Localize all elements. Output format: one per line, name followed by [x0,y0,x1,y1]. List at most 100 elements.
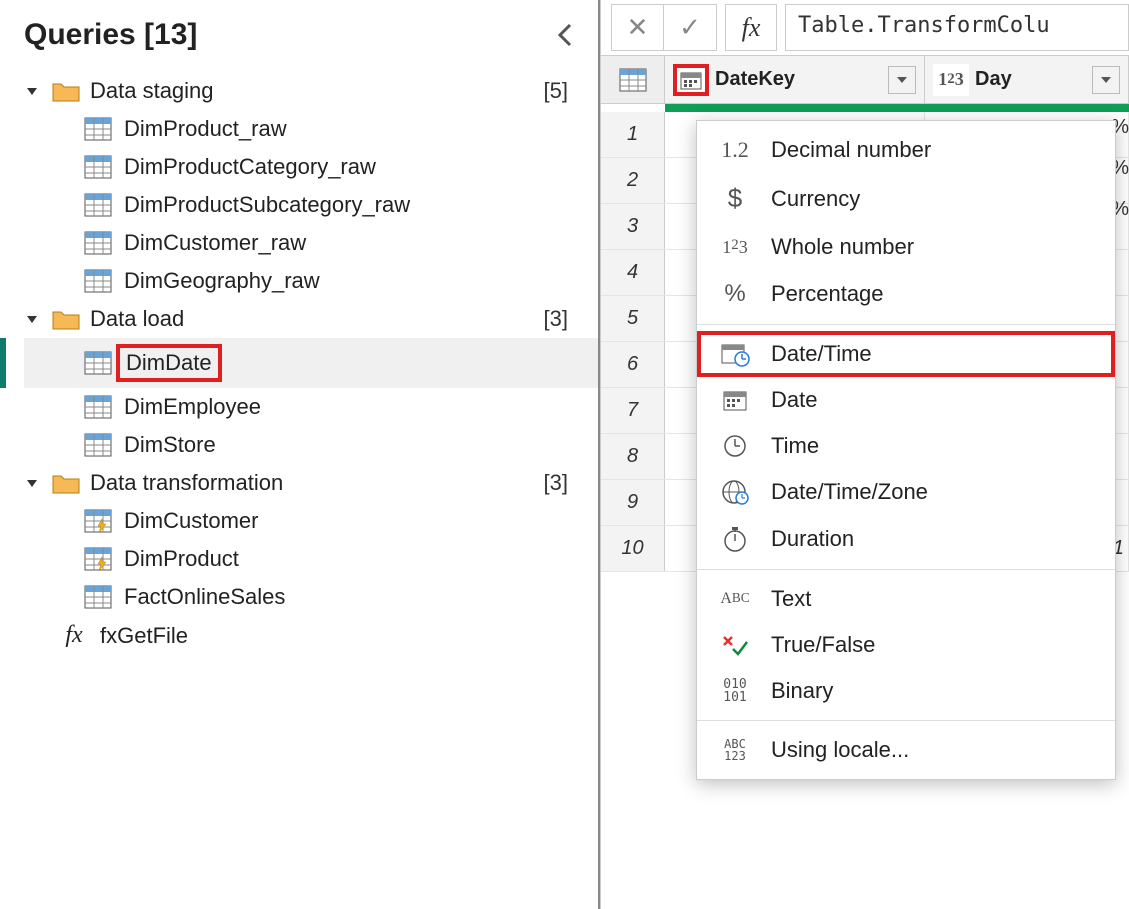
percentage-icon: % [715,280,755,308]
group-label: Data load [90,306,534,332]
date-time-zone-icon [715,479,755,505]
locale-icon: ABC123 [715,738,755,762]
group-data-load[interactable]: Data load [3] [24,300,598,338]
query-dimproductsubcategory-raw[interactable]: DimProductSubcategory_raw [24,186,598,224]
menu-label: True/False [771,632,875,658]
type-duration[interactable]: Duration [697,515,1115,563]
menu-label: Duration [771,526,854,552]
query-dimemployee[interactable]: DimEmployee [24,388,598,426]
query-dimdate[interactable]: DimDate [24,338,598,388]
column-header-day[interactable]: 123 Day [925,56,1129,103]
table-icon [84,155,112,179]
type-decimal-number[interactable]: 1.2 Decimal number [697,127,1115,173]
type-percentage[interactable]: % Percentage [697,270,1115,318]
selection-indicator [0,338,6,388]
menu-label: Date/Time [771,341,872,367]
function-icon: fx [60,622,88,649]
query-label: DimProductSubcategory_raw [124,192,410,218]
time-icon [715,433,755,459]
query-factonlinesales[interactable]: FactOnlineSales [24,578,598,616]
query-dimcustomer-raw[interactable]: DimCustomer_raw [24,224,598,262]
row-number: 9 [601,480,665,525]
table-lightning-icon [84,547,112,571]
type-true-false[interactable]: True/False [697,622,1115,668]
folder-icon [52,80,80,102]
menu-label: Using locale... [771,737,909,763]
row-number: 6 [601,342,665,387]
type-text[interactable]: ABC Text [697,576,1115,622]
collapse-pane-button[interactable] [556,21,574,49]
row-number: 8 [601,434,665,479]
group-label: Data staging [90,78,534,104]
type-currency[interactable]: $ Currency [697,173,1115,224]
type-time[interactable]: Time [697,423,1115,469]
row-number: 4 [601,250,665,295]
column-name: Day [975,68,1012,91]
row-number: 5 [601,296,665,341]
query-label: DimProduct [124,546,239,572]
type-binary[interactable]: 010101 Binary [697,668,1115,714]
column-type-icon[interactable]: 123 [933,64,969,96]
row-number: 7 [601,388,665,433]
data-type-menu: 1.2 Decimal number $ Currency 123 Whole … [696,120,1116,780]
query-dimstore[interactable]: DimStore [24,426,598,464]
query-label: FactOnlineSales [124,584,285,610]
menu-label: Date/Time/Zone [771,479,928,505]
column-filter-button[interactable] [1092,66,1120,94]
queries-pane: Queries [13] Data staging [5] DimProduct… [0,0,600,909]
query-dimgeography-raw[interactable]: DimGeography_raw [24,262,598,300]
table-options-button[interactable] [601,56,665,103]
table-icon [84,585,112,609]
table-lightning-icon [84,509,112,533]
true-false-icon [715,634,755,656]
query-dimcustomer[interactable]: DimCustomer [24,502,598,540]
commit-formula-button[interactable]: ✓ [664,5,716,50]
query-label: DimProductCategory_raw [124,154,376,180]
query-label: DimGeography_raw [124,268,320,294]
query-label: DimProduct_raw [124,116,287,142]
type-whole-number[interactable]: 123 Whole number [697,224,1115,270]
query-label: DimCustomer [124,508,258,534]
whole-number-icon: 123 [715,237,755,258]
caret-down-icon [24,83,42,99]
fx-button[interactable]: fx [725,4,777,51]
query-label: DimStore [124,432,216,458]
table-icon [84,231,112,255]
query-label: DimCustomer_raw [124,230,306,256]
column-type-icon[interactable] [673,64,709,96]
type-date-time[interactable]: Date/Time [697,331,1115,377]
formula-bar: ✕ ✓ fx Table.TransformColu [601,0,1129,56]
menu-label: Decimal number [771,137,931,163]
caret-down-icon [24,475,42,491]
column-name: DateKey [715,68,795,91]
query-fxgetfile[interactable]: fx fxGetFile [24,616,598,655]
column-header-datekey[interactable]: DateKey [665,56,925,103]
menu-label: Time [771,433,819,459]
row-number: 10 [601,526,665,571]
cancel-formula-button[interactable]: ✕ [612,5,664,50]
row-number: 2 [601,158,665,203]
formula-input[interactable]: Table.TransformColu [785,4,1129,51]
query-dimproductcategory-raw[interactable]: DimProductCategory_raw [24,148,598,186]
group-count: [5] [544,78,574,104]
query-dimproduct[interactable]: DimProduct [24,540,598,578]
table-icon [84,193,112,217]
menu-label: Currency [771,186,860,212]
type-date-time-zone[interactable]: Date/Time/Zone [697,469,1115,515]
queries-title: Queries [13] [24,18,197,52]
type-using-locale[interactable]: ABC123 Using locale... [697,727,1115,773]
menu-label: Binary [771,678,833,704]
query-dimproduct-raw[interactable]: DimProduct_raw [24,110,598,148]
query-label: DimEmployee [124,394,261,420]
type-date[interactable]: Date [697,377,1115,423]
column-quality-bar [601,104,1129,112]
binary-icon: 010101 [715,678,755,704]
table-icon [84,433,112,457]
column-filter-button[interactable] [888,66,916,94]
group-data-staging[interactable]: Data staging [5] [24,72,598,110]
group-data-transformation[interactable]: Data transformation [3] [24,464,598,502]
menu-label: Percentage [771,281,884,307]
folder-icon [52,472,80,494]
table-icon [84,117,112,141]
decimal-icon: 1.2 [715,137,755,163]
